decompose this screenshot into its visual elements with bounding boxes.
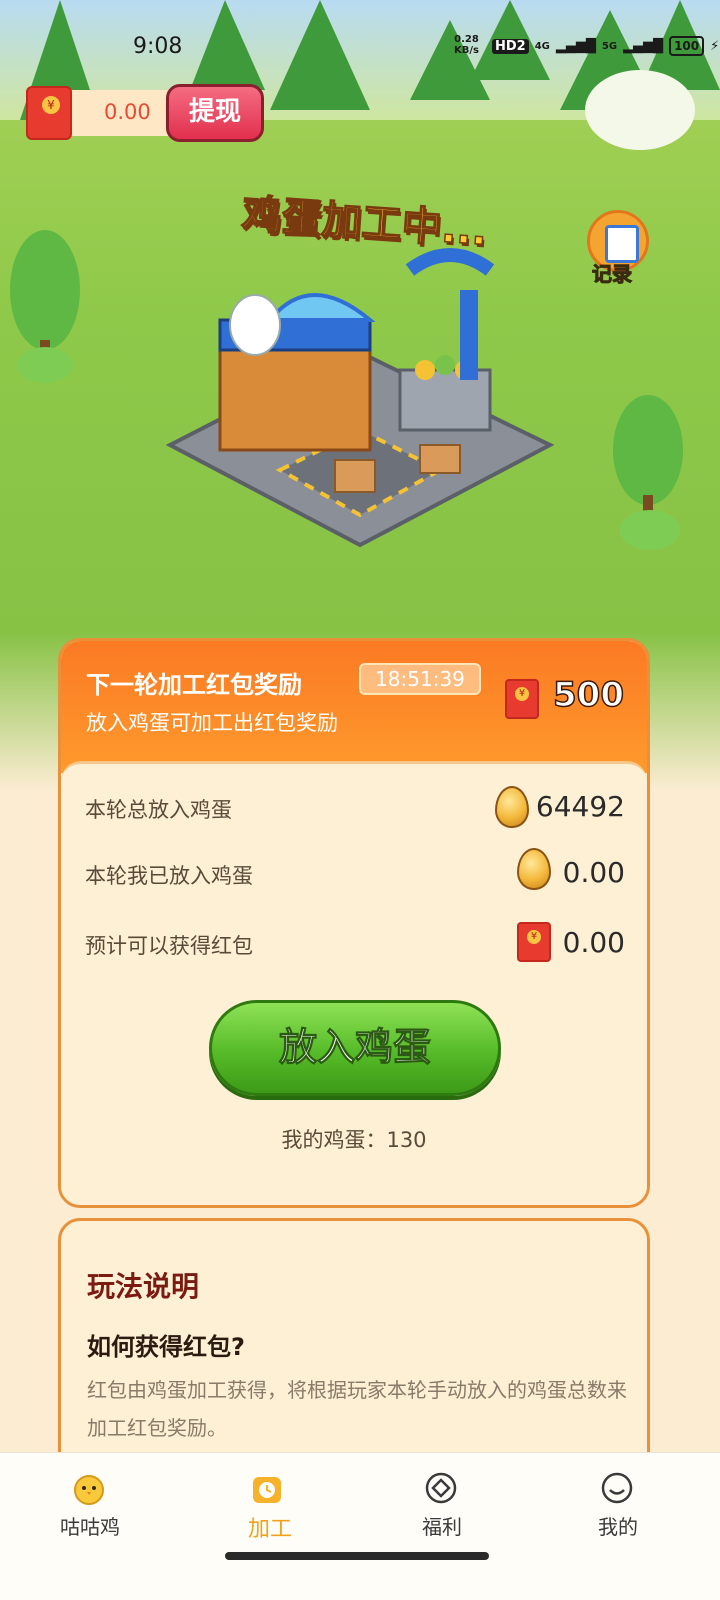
record-button[interactable]: 记录	[584, 210, 652, 290]
bottom-tab-bar: 咕咕鸡 加工 福利 我的	[0, 1452, 720, 1600]
reward-subtitle: 放入鸡蛋可加工出红包奖励	[86, 711, 338, 735]
status-icons: HD2 4G ▂▄▆█ 5G ▂▄▆█ 100 ⚡	[492, 36, 719, 56]
wallet-amount: 0.00	[104, 100, 151, 124]
stat-label: 本轮总放入鸡蛋	[85, 798, 232, 822]
wallet-bar: 0.00 提现	[26, 84, 266, 142]
reward-header: 下一轮加工红包奖励 18:51:39 放入鸡蛋可加工出红包奖励 500	[61, 641, 647, 773]
hd-label: HD2	[492, 38, 529, 54]
withdraw-button[interactable]: 提现	[166, 84, 264, 142]
signal-icon: ▂▄▆█	[555, 38, 596, 54]
process-icon	[253, 1477, 281, 1503]
countdown-timer: 18:51:39	[359, 663, 481, 695]
rules-question: 如何获得红包?	[87, 1333, 245, 1361]
egg-icon	[517, 848, 551, 890]
red-envelope-icon	[517, 922, 551, 962]
tab-label: 加工	[247, 1517, 292, 1542]
stat-value: 0.00	[562, 856, 625, 889]
record-label: 记录	[592, 262, 633, 287]
red-envelope-icon	[26, 86, 72, 140]
egg-icon	[495, 786, 529, 828]
tab-label: 我的	[598, 1515, 638, 1539]
welfare-icon	[425, 1472, 457, 1504]
stat-value: 0.00	[562, 926, 625, 959]
smile-icon	[601, 1472, 633, 1504]
tab-process[interactable]: 加工	[180, 1453, 360, 1553]
reward-amount: 500	[552, 674, 624, 716]
reward-card: 下一轮加工红包奖励 18:51:39 放入鸡蛋可加工出红包奖励 500 本轮总放…	[58, 638, 650, 1208]
stat-row-expected-red-envelope: 预计可以获得红包 0.00	[85, 922, 625, 966]
signal-icon-2: ▂▄▆█	[623, 38, 664, 54]
stat-label: 本轮我已放入鸡蛋	[85, 864, 253, 888]
status-time: 9:08	[133, 34, 183, 59]
net-4g-label: 4G	[534, 40, 550, 52]
net-5g-label: 5G	[601, 40, 618, 52]
stat-value: 64492	[535, 790, 625, 823]
reward-title: 下一轮加工红包奖励	[86, 671, 302, 699]
battery-icon: 100	[669, 36, 705, 56]
network-speed: 0.28 KB/s	[454, 34, 479, 56]
my-eggs-count: 我的鸡蛋：130	[281, 1128, 427, 1152]
status-bar: 9:08 0.28 KB/s HD2 4G ▂▄▆█ 5G ▂▄▆█ 100 ⚡	[0, 0, 720, 90]
stat-row-total-eggs: 本轮总放入鸡蛋 64492	[85, 786, 625, 830]
egg-factory-illustration	[165, 248, 555, 548]
tab-label: 福利	[422, 1515, 462, 1539]
tab-gugu-chicken[interactable]: 咕咕鸡	[0, 1453, 180, 1553]
stat-row-my-eggs: 本轮我已放入鸡蛋 0.00	[85, 848, 625, 896]
rules-text: 红包由鸡蛋加工获得，将根据玩家本轮手动放入的鸡蛋总数来加工红包奖励。	[87, 1378, 627, 1440]
put-egg-button[interactable]: 放入鸡蛋	[209, 1000, 501, 1096]
rules-title: 玩法说明	[87, 1270, 200, 1303]
charging-icon: ⚡	[710, 38, 720, 54]
chick-icon	[74, 1475, 104, 1505]
tab-label: 咕咕鸡	[60, 1515, 120, 1539]
tab-mine[interactable]: 我的	[528, 1453, 708, 1553]
stat-label: 预计可以获得红包	[85, 934, 253, 958]
red-envelope-icon	[505, 679, 539, 719]
home-indicator[interactable]	[225, 1552, 489, 1560]
tab-welfare[interactable]: 福利	[352, 1453, 532, 1553]
reward-body: 本轮总放入鸡蛋 64492 本轮我已放入鸡蛋 0.00 预计可以获得红包 0.0…	[61, 761, 647, 1205]
